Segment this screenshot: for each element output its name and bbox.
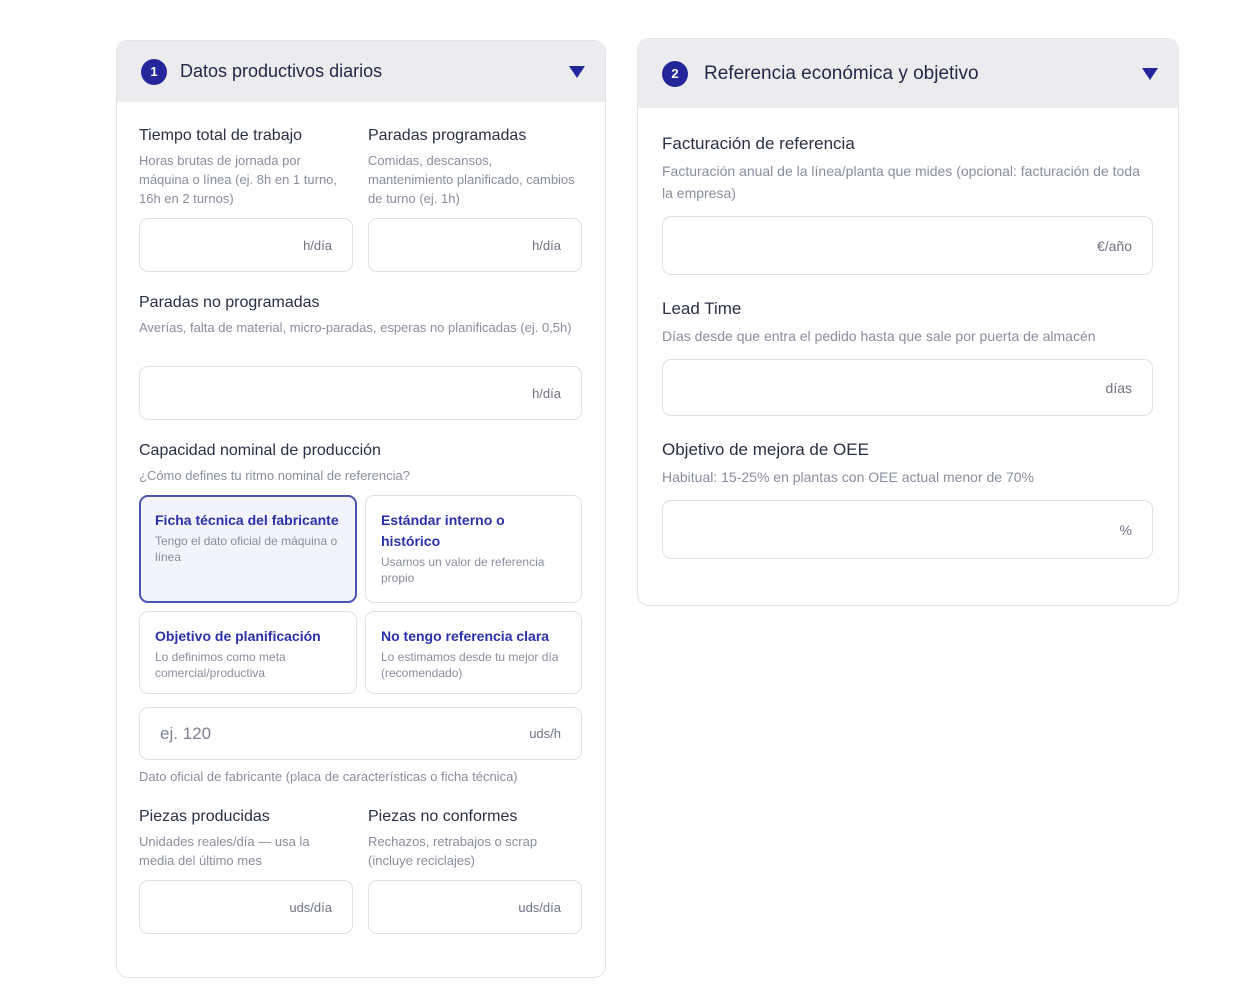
tiempo-total-field[interactable]: h/día: [139, 218, 353, 272]
paradas-programadas-field[interactable]: h/día: [368, 218, 582, 272]
section-2-header[interactable]: 2 Referencia económica y objetivo: [638, 39, 1178, 108]
paradas-programadas-unit: h/día: [532, 237, 561, 253]
lead-time-unit: días: [1105, 379, 1132, 396]
option-desc: Tengo el dato oficial de máquina o línea: [155, 534, 338, 564]
piezas-producidas-field[interactable]: uds/día: [139, 880, 353, 934]
capacidad-field[interactable]: uds/h: [139, 707, 582, 760]
caret-down-icon[interactable]: [569, 65, 585, 78]
tiempo-total-label: Tiempo total de trabajo: [139, 127, 303, 144]
paradas-no-programadas-field[interactable]: h/día: [139, 366, 582, 420]
field-facturacion: Facturación de referencia Facturación an…: [662, 134, 1152, 204]
option-title: Objetivo de planificación: [155, 628, 321, 644]
capacidad-label: Capacidad nominal de producción: [139, 442, 381, 459]
paradas-programadas-label: Paradas programadas: [368, 127, 527, 144]
option-desc: Lo estimamos desde tu mejor día (recomen…: [381, 650, 559, 680]
piezas-no-conformes-unit: uds/día: [518, 899, 561, 915]
field-capacidad-nominal: Capacidad nominal de producción ¿Cómo de…: [139, 442, 579, 485]
tiempo-total-unit: h/día: [303, 237, 332, 253]
field-piezas-producidas: Piezas producidas Unidades reales/día — …: [139, 808, 339, 870]
option-desc: Lo definimos como meta comercial/product…: [155, 650, 286, 680]
piezas-no-conformes-field[interactable]: uds/día: [368, 880, 582, 934]
objetivo-oee-unit: %: [1119, 521, 1132, 538]
piezas-producidas-label: Piezas producidas: [139, 808, 270, 825]
caret-down-icon[interactable]: [1142, 67, 1158, 80]
facturacion-help: Facturación anual de la línea/planta que…: [662, 163, 1140, 201]
option-title: Estándar interno o histórico: [381, 512, 505, 549]
option-no-tengo-referencia[interactable]: No tengo referencia clara Lo estimamos d…: [365, 611, 582, 694]
field-objetivo-oee: Objetivo de mejora de OEE Habitual: 15-2…: [662, 440, 1152, 488]
piezas-producidas-unit: uds/día: [289, 899, 332, 915]
option-desc: Usamos un valor de referencia propio: [381, 555, 545, 585]
option-objetivo-planificacion[interactable]: Objetivo de planificación Lo definimos c…: [139, 611, 357, 694]
facturacion-label: Facturación de referencia: [662, 134, 855, 153]
objetivo-oee-label: Objetivo de mejora de OEE: [662, 440, 869, 459]
piezas-no-conformes-input[interactable]: [387, 896, 519, 918]
paradas-programadas-help: Comidas, descansos, mantenimiento planif…: [368, 153, 575, 206]
objetivo-oee-field[interactable]: %: [662, 500, 1153, 559]
section-referencia-economica: 2 Referencia económica y objetivo Factur…: [637, 38, 1179, 606]
lead-time-input[interactable]: [681, 376, 1106, 399]
step-badge-1: 1: [141, 58, 167, 85]
section-1-header[interactable]: 1 Datos productivos diarios: [117, 41, 605, 102]
section-2-title: Referencia económica y objetivo: [704, 62, 979, 84]
paradas-no-programadas-input[interactable]: [158, 382, 533, 404]
field-lead-time: Lead Time Días desde que entra el pedido…: [662, 299, 1152, 347]
piezas-no-conformes-help: Rechazos, retrabajos o scrap (incluye re…: [368, 834, 538, 868]
option-title: Ficha técnica del fabricante: [155, 512, 339, 528]
paradas-no-programadas-help: Averías, falta de material, micro-parada…: [139, 320, 572, 335]
lead-time-field[interactable]: días: [662, 359, 1153, 416]
section-datos-productivos: 1 Datos productivos diarios Tiempo total…: [116, 40, 606, 978]
paradas-no-programadas-unit: h/día: [532, 385, 561, 401]
option-title: No tengo referencia clara: [381, 628, 550, 644]
objetivo-oee-help: Habitual: 15-25% en plantas con OEE actu…: [662, 469, 1035, 485]
piezas-no-conformes-label: Piezas no conformes: [368, 808, 518, 825]
piezas-producidas-help: Unidades reales/día — usa la media del ú…: [139, 834, 310, 868]
lead-time-help: Días desde que entra el pedido hasta que…: [662, 328, 1096, 344]
step-badge-2: 2: [662, 60, 688, 87]
objetivo-oee-input[interactable]: [681, 518, 1120, 541]
paradas-no-programadas-label: Paradas no programadas: [139, 294, 320, 311]
facturacion-unit: €/año: [1096, 237, 1132, 254]
capacidad-help: ¿Cómo defines tu ritmo nominal de refere…: [139, 468, 410, 483]
capacidad-note: Dato oficial de fabricante (placa de car…: [139, 769, 518, 784]
field-tiempo-total: Tiempo total de trabajo Horas brutas de …: [139, 127, 351, 208]
lead-time-label: Lead Time: [662, 299, 742, 318]
capacidad-unit: uds/h: [529, 726, 561, 741]
facturacion-input[interactable]: [681, 234, 1097, 257]
option-estandar-interno[interactable]: Estándar interno o histórico Usamos un v…: [365, 495, 582, 603]
field-paradas-no-programadas: Paradas no programadas Averías, falta de…: [139, 294, 579, 337]
paradas-programadas-input[interactable]: [387, 234, 533, 256]
tiempo-total-input[interactable]: [158, 234, 304, 256]
tiempo-total-help: Horas brutas de jornada por máquina o lí…: [139, 153, 338, 206]
section-1-title: Datos productivos diarios: [180, 61, 383, 81]
capacidad-input[interactable]: [158, 722, 530, 745]
facturacion-field[interactable]: €/año: [662, 216, 1153, 275]
piezas-producidas-input[interactable]: [158, 896, 290, 918]
option-ficha-tecnica[interactable]: Ficha técnica del fabricante Tengo el da…: [139, 495, 357, 603]
field-piezas-no-conformes: Piezas no conformes Rechazos, retrabajos…: [368, 808, 568, 870]
field-paradas-programadas: Paradas programadas Comidas, descansos, …: [368, 127, 580, 208]
